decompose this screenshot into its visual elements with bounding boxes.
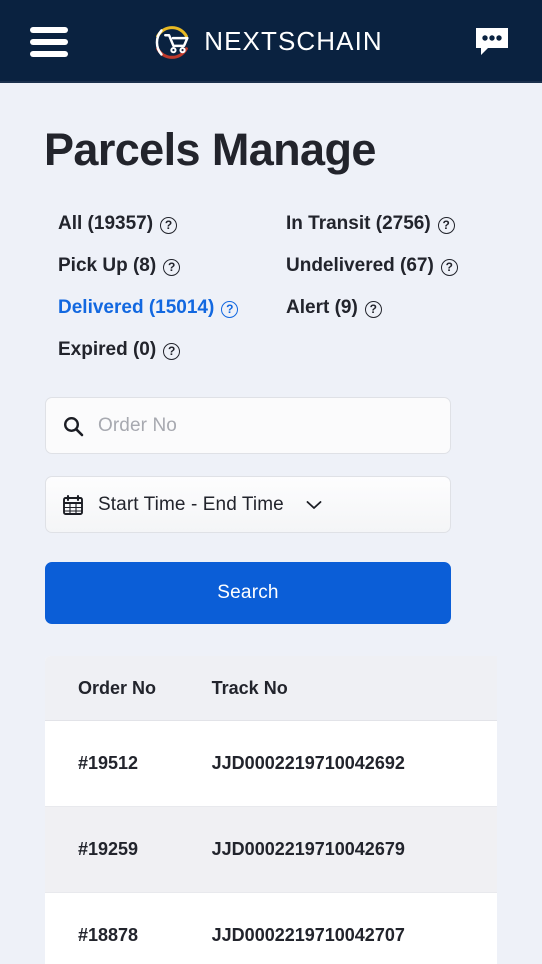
hamburger-bar (30, 38, 68, 45)
brand-logo[interactable]: NEXTSCHAIN (149, 19, 383, 65)
search-button[interactable]: Search (45, 562, 451, 624)
chat-bubble-glyph (475, 27, 508, 55)
help-icon[interactable]: ? (163, 342, 181, 360)
chat-bubble-icon[interactable] (470, 22, 514, 62)
filter-label: All (19357) (58, 213, 154, 234)
filter-label: Alert (9) (286, 297, 358, 318)
filter-delivered[interactable]: Delivered (15014) ? (58, 297, 239, 319)
filter-label: Undelivered (67) (286, 255, 434, 276)
hamburger-menu-icon[interactable] (30, 26, 68, 57)
search-icon (62, 415, 84, 437)
search-field[interactable]: Order No (45, 397, 451, 454)
hamburger-bar (30, 50, 68, 57)
date-range-label: Start Time - End Time (98, 493, 284, 515)
column-header-order-no[interactable]: Order No (45, 656, 212, 721)
help-icon[interactable]: ? (440, 258, 458, 276)
search-controls: Order No Start Time - End Time Search (0, 397, 542, 624)
table-header-row: Order No Track No Destination (45, 656, 497, 721)
filter-in-transit[interactable]: In Transit (2756) ? (286, 213, 455, 235)
help-icon[interactable]: ? (160, 216, 178, 234)
filter-label: Expired (0) (58, 339, 157, 360)
hamburger-bar (30, 26, 68, 33)
parcels-table: Order No Track No Destination #19512 JJD… (45, 656, 497, 964)
page-content: Parcels Manage All (19357) ? In Transit … (0, 83, 542, 964)
column-header-track-no[interactable]: Track No (211, 656, 497, 721)
shopping-cart-arc-logo-icon (155, 25, 189, 59)
table-body: #19512 JJD0002219710042692 - #19259 JJD0… (45, 720, 497, 964)
help-icon[interactable]: ? (221, 300, 239, 318)
table-row[interactable]: #19259 JJD0002219710042679 - (45, 806, 497, 893)
cell-track-no: JJD0002219710042679 (211, 806, 497, 893)
table-row[interactable]: #19512 JJD0002219710042692 - (45, 720, 497, 807)
cell-track-no: JJD0002219710042692 (211, 720, 497, 807)
page-title: Parcels Manage (44, 124, 376, 175)
chevron-down-icon (306, 500, 322, 510)
filter-pick-up[interactable]: Pick Up (8) ? (58, 255, 181, 277)
filter-undelivered[interactable]: Undelivered (67) ? (286, 255, 458, 277)
date-range-picker[interactable]: Start Time - End Time (45, 476, 451, 533)
cell-order-no: #19259 (45, 806, 212, 893)
help-icon[interactable]: ? (364, 300, 382, 318)
help-icon[interactable]: ? (437, 216, 455, 234)
app-header: NEXTSCHAIN (0, 0, 542, 83)
filter-expired[interactable]: Expired (0) ? (58, 339, 181, 361)
table-header: Order No Track No Destination (45, 656, 497, 721)
cell-order-no: #18878 (45, 892, 212, 964)
filter-all[interactable]: All (19357) ? (58, 213, 178, 235)
cell-order-no: #19512 (45, 720, 212, 807)
cell-track-no: JJD0002219710042707 (211, 892, 497, 964)
parcels-table-container[interactable]: Order No Track No Destination #19512 JJD… (45, 656, 497, 964)
help-icon[interactable]: ? (163, 258, 181, 276)
filter-tabs: All (19357) ? In Transit (2756) ? Pick U… (0, 213, 542, 361)
filter-label: In Transit (2756) (286, 213, 431, 234)
filter-alert[interactable]: Alert (9) ? (286, 297, 382, 319)
filter-label: Pick Up (8) (58, 255, 157, 276)
search-input[interactable]: Order No (98, 415, 177, 437)
calendar-icon (62, 494, 84, 516)
table-row[interactable]: #18878 JJD0002219710042707 - (45, 892, 497, 964)
brand-name: NEXTSCHAIN (204, 26, 383, 56)
filter-label: Delivered (15014) (58, 297, 215, 318)
